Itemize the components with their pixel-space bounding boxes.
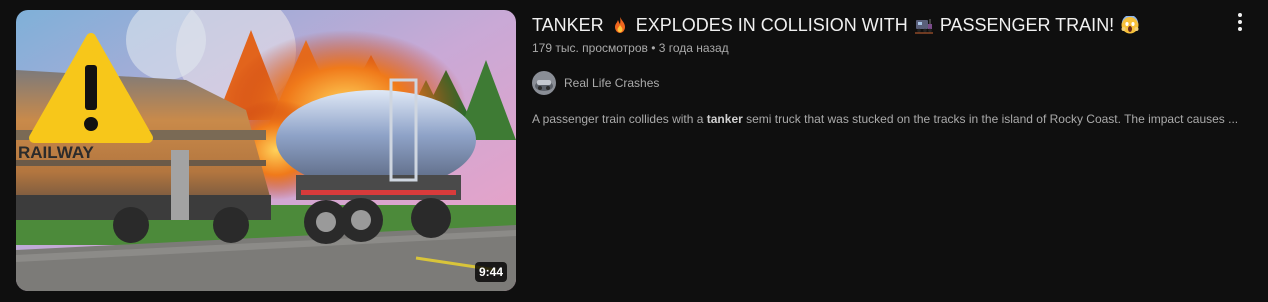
description-text-after: semi truck that was stucked on the track… (742, 112, 1239, 126)
duration-badge: 9:44 (474, 262, 507, 282)
description-highlight: tanker (706, 112, 743, 126)
more-vert-icon[interactable] (1228, 10, 1252, 34)
stats-separator: • (651, 41, 656, 55)
video-description-snippet: A passenger train collides with a tanker… (532, 110, 1238, 128)
fire-emoji-icon (614, 17, 625, 33)
video-title[interactable]: TANKER EXPLODES IN COLLISION WITH PASSEN… (532, 12, 1232, 38)
title-text-2: EXPLODES IN COLLISION WITH (635, 15, 908, 35)
channel-name[interactable]: Real Life Crashes (564, 76, 659, 90)
video-metadata: TANKER EXPLODES IN COLLISION WITH PASSEN… (532, 10, 1238, 292)
video-thumbnail[interactable]: RAILWAY 9:44 (16, 10, 516, 291)
description-text-before: A passenger train collides with a (532, 112, 707, 126)
train-emoji-icon (914, 19, 933, 34)
channel-avatar[interactable] (532, 71, 556, 95)
channel-row: Real Life Crashes (532, 71, 1232, 95)
video-result: RAILWAY 9:44 TANKER EXPLODES IN COLLISIO… (16, 10, 1252, 292)
upload-age: 3 года назад (658, 41, 729, 55)
thumbnail-railway-text: RAILWAY (18, 143, 95, 162)
title-text-1: TANKER (532, 15, 604, 35)
view-count: 179 тыс. просмотров (532, 41, 648, 55)
screaming-face-emoji-icon (1121, 16, 1139, 34)
video-stats: 179 тыс. просмотров • 3 года назад (532, 39, 1232, 57)
title-text-3: PASSENGER TRAIN! (939, 15, 1115, 35)
